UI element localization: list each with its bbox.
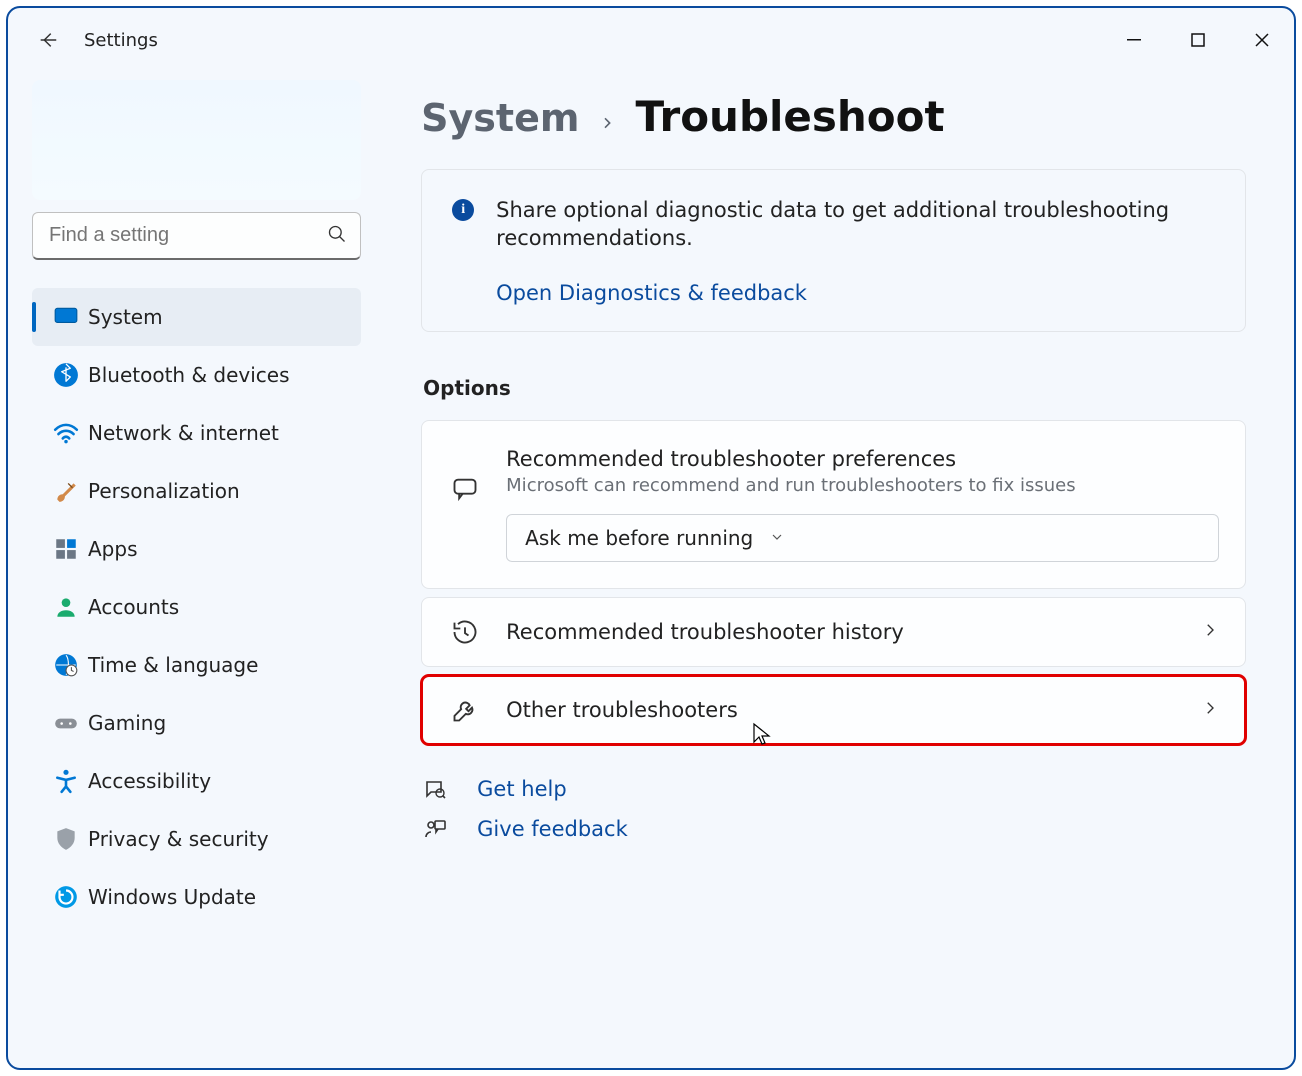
sidebar-item-label: Gaming [88,711,166,735]
maximize-button[interactable] [1166,8,1230,72]
options-heading: Options [423,376,1246,400]
search-input[interactable] [32,212,361,260]
search-icon [327,224,347,248]
app-title: Settings [84,30,158,51]
paintbrush-icon [53,478,79,504]
update-icon [53,884,79,910]
breadcrumb-parent[interactable]: System [421,96,579,140]
sidebar-item-time-language[interactable]: Time & language [32,636,361,694]
sidebar-item-windows-update[interactable]: Windows Update [32,868,361,926]
wifi-icon [53,420,79,446]
cursor-icon [752,722,772,746]
help-icon [421,777,449,801]
profile-area [32,80,361,200]
card-subtitle: Microsoft can recommend and run troubles… [506,475,1219,496]
system-icon [53,304,79,330]
dropdown-value: Ask me before running [525,526,753,550]
sidebar: System Bluetooth & devices Network & int… [8,72,385,1068]
sidebar-item-label: Bluetooth & devices [88,363,290,387]
preferences-dropdown[interactable]: Ask me before running [506,514,1219,562]
arrow-left-icon [37,29,59,51]
shield-icon [53,826,79,852]
sidebar-item-gaming[interactable]: Gaming [32,694,361,752]
card-title: Other troubleshooters [506,698,1177,722]
sidebar-item-label: Windows Update [88,885,256,909]
breadcrumb: System Troubleshoot [421,92,1246,141]
sidebar-item-label: Personalization [88,479,240,503]
sidebar-item-apps[interactable]: Apps [32,520,361,578]
window-controls [1102,8,1294,72]
card-troubleshooter-history[interactable]: Recommended troubleshooter history [421,597,1246,667]
globe-clock-icon [53,652,79,678]
history-icon [451,618,479,646]
titlebar: Settings [8,8,1294,72]
sidebar-item-label: Accessibility [88,769,211,793]
card-other-troubleshooters[interactable]: Other troubleshooters [421,675,1246,745]
card-title: Recommended troubleshooter history [506,620,1177,644]
chevron-right-icon [1201,621,1219,643]
wrench-icon [451,696,479,724]
sidebar-item-privacy[interactable]: Privacy & security [32,810,361,868]
apps-icon [53,536,79,562]
get-help-row[interactable]: Get help [421,777,1246,801]
sidebar-item-label: Time & language [88,653,258,677]
give-feedback-link[interactable]: Give feedback [477,817,628,841]
sidebar-item-accessibility[interactable]: Accessibility [32,752,361,810]
minimize-button[interactable] [1102,8,1166,72]
open-diagnostics-link[interactable]: Open Diagnostics & feedback [496,281,1215,305]
chevron-down-icon [769,526,785,550]
sidebar-item-label: System [88,305,163,329]
give-feedback-row[interactable]: Give feedback [421,817,1246,841]
sidebar-item-bluetooth[interactable]: Bluetooth & devices [32,346,361,404]
close-icon [1255,33,1269,47]
main-content: System Troubleshoot i Share optional dia… [385,72,1294,1068]
search-box[interactable] [32,212,361,260]
chevron-right-icon [599,109,615,137]
sidebar-item-label: Privacy & security [88,827,269,851]
breadcrumb-current: Troubleshoot [635,92,944,141]
minimize-icon [1127,33,1141,47]
info-text: Share optional diagnostic data to get ad… [496,196,1215,253]
sidebar-item-system[interactable]: System [32,288,361,346]
sidebar-nav: System Bluetooth & devices Network & int… [32,288,361,926]
sidebar-item-label: Accounts [88,595,179,619]
sidebar-item-label: Apps [88,537,138,561]
comment-icon [451,475,479,503]
sidebar-item-accounts[interactable]: Accounts [32,578,361,636]
card-title: Recommended troubleshooter preferences [506,447,1219,471]
accessibility-icon [53,768,79,794]
sidebar-item-personalization[interactable]: Personalization [32,462,361,520]
card-recommended-preferences: Recommended troubleshooter preferences M… [421,420,1246,589]
sidebar-item-network[interactable]: Network & internet [32,404,361,462]
info-icon: i [452,199,474,221]
settings-window: Settings [6,6,1296,1070]
bluetooth-icon [53,362,79,388]
info-banner: i Share optional diagnostic data to get … [421,169,1246,332]
back-button[interactable] [32,24,64,56]
sidebar-item-label: Network & internet [88,421,279,445]
chevron-right-icon [1201,699,1219,721]
feedback-icon [421,817,449,841]
person-icon [53,594,79,620]
close-button[interactable] [1230,8,1294,72]
get-help-link[interactable]: Get help [477,777,567,801]
gamepad-icon [53,710,79,736]
maximize-icon [1191,33,1205,47]
